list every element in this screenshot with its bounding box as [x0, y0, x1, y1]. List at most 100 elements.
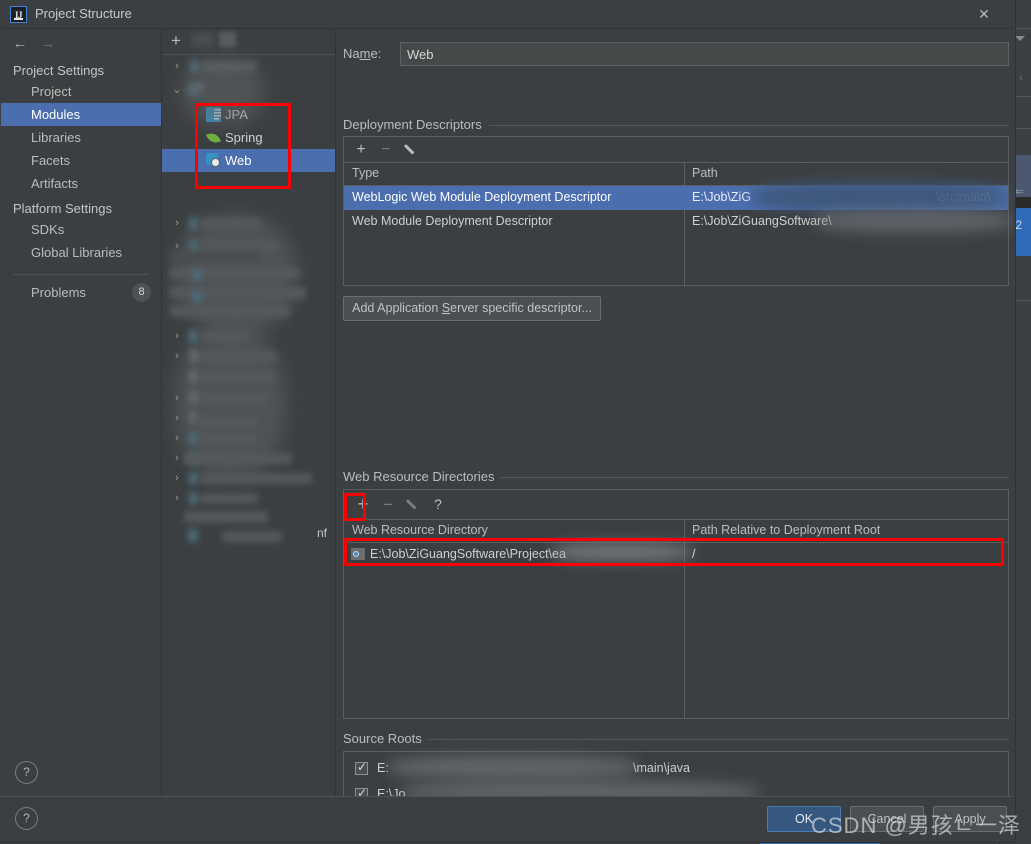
- chevron-right-icon[interactable]: ›: [171, 216, 183, 230]
- chevron-right-icon[interactable]: ›: [171, 491, 183, 505]
- descriptor-path-suffix: \src\main\: [936, 190, 991, 204]
- pencil-icon: [407, 498, 420, 511]
- cancel-button[interactable]: Cancel: [850, 806, 924, 832]
- chevron-right-icon[interactable]: ›: [171, 59, 183, 73]
- web-resource-help-button[interactable]: ?: [428, 495, 448, 514]
- dialog-body: ← → Project Settings Project Modules Lib…: [1, 29, 1014, 798]
- source-roots-title: Source Roots: [343, 731, 429, 746]
- table-row[interactable]: Web Module Deployment Descriptor E:\Job\…: [344, 210, 1014, 234]
- sidebar-group-project-settings: Project Settings: [13, 63, 105, 78]
- remove-descriptor-button[interactable]: −: [376, 140, 396, 159]
- descriptor-path-prefix: E:\Job\ZiG: [692, 190, 752, 204]
- spring-icon: [206, 130, 221, 145]
- source-roots-header: Source Roots: [343, 731, 1009, 747]
- sidebar-item-project[interactable]: Project: [1, 80, 161, 103]
- chevron-right-icon[interactable]: ›: [171, 451, 183, 465]
- tree-row-spring[interactable]: Spring: [162, 126, 335, 149]
- remove-web-resource-button[interactable]: −: [378, 495, 398, 514]
- background-line-number: 2: [1015, 218, 1022, 232]
- web-resource-directories-panel: + − ? Web Resource Directory Path Relati…: [343, 489, 1009, 719]
- modules-tree-panel: + › ⌄ J: [162, 29, 336, 798]
- chevron-right-icon[interactable]: ›: [171, 431, 183, 445]
- sidebar-item-artifacts[interactable]: Artifacts: [1, 172, 161, 195]
- sidebar-item-global-libraries[interactable]: Global Libraries: [1, 241, 161, 264]
- chevron-right-icon[interactable]: ›: [171, 329, 183, 343]
- modules-tree-toolbar: +: [162, 29, 335, 55]
- settings-sidebar: ← → Project Settings Project Modules Lib…: [1, 29, 162, 798]
- web-resource-directories-header: Web Resource Directories: [343, 469, 1009, 485]
- descriptors-table-header: Type Path: [344, 163, 1008, 186]
- descriptor-type: Web Module Deployment Descriptor: [352, 214, 553, 228]
- tree-label-spring: Spring: [225, 130, 263, 145]
- tree-truncated-label: nf: [316, 526, 327, 540]
- module-name-input[interactable]: [400, 42, 1009, 66]
- descriptor-path-prefix: E:\Job\ZiGuangSoftware\: [692, 214, 832, 228]
- web-resource-column-directory: Web Resource Directory: [352, 523, 488, 537]
- chevron-right-icon[interactable]: ›: [171, 349, 183, 363]
- back-arrow-icon[interactable]: ←: [9, 35, 31, 53]
- pencil-icon: [405, 143, 418, 156]
- edit-descriptor-button[interactable]: [401, 140, 421, 159]
- deployment-descriptors-panel: + − Type Path WebLogic Web Module Deploy…: [343, 136, 1014, 287]
- web-resource-table-header: Web Resource Directory Path Relative to …: [344, 520, 1008, 543]
- dialog-button-bar: ? OK Cancel Apply: [1, 796, 1014, 841]
- web-resource-table-body: E:\Job\ZiGuangSoftware\Project\ea /: [344, 543, 1008, 718]
- source-roots-list: E: \main\java E:\Jo: [344, 752, 1008, 798]
- web-resource-directory-value: E:\Job\ZiGuangSoftware\Project\ea: [370, 547, 566, 561]
- descriptor-type: WebLogic Web Module Deployment Descripto…: [352, 190, 612, 204]
- add-descriptor-button[interactable]: +: [351, 140, 371, 159]
- background-scroll-down-icon: [1015, 36, 1025, 41]
- sidebar-group-platform-settings: Platform Settings: [13, 201, 112, 216]
- web-resource-column-relative-path: Path Relative to Deployment Root: [692, 523, 881, 537]
- chevron-right-icon[interactable]: ›: [171, 391, 183, 405]
- tree-row[interactable]: ›: [162, 487, 335, 510]
- source-root-path-prefix: E:: [377, 761, 389, 775]
- ok-button[interactable]: OK: [767, 806, 841, 832]
- sidebar-item-libraries[interactable]: Libraries: [1, 126, 161, 149]
- sidebar-item-sdks[interactable]: SDKs: [1, 218, 161, 241]
- web-resource-toolbar: + − ?: [344, 490, 1008, 520]
- background-arrow-icon: ⇐: [1014, 186, 1024, 198]
- add-app-server-descriptor-button[interactable]: Add Application Server specific descript…: [343, 296, 601, 321]
- chevron-right-icon[interactable]: ›: [171, 411, 183, 425]
- close-icon[interactable]: ✕: [966, 1, 1002, 28]
- list-item[interactable]: E: \main\java: [344, 756, 1008, 780]
- sidebar-divider: [13, 274, 149, 275]
- redacted-toolbar-icon-2: [219, 32, 236, 47]
- add-web-resource-button[interactable]: +: [353, 495, 373, 514]
- redacted-toolbar-icon-1: [192, 33, 214, 47]
- descriptors-column-type: Type: [352, 166, 380, 180]
- deployment-descriptors-header: Deployment Descriptors: [343, 117, 1009, 133]
- chevron-right-icon[interactable]: ›: [171, 471, 183, 485]
- sidebar-item-problems[interactable]: Problems 8: [1, 281, 161, 304]
- source-root-checkbox[interactable]: [355, 760, 368, 775]
- tree-row-web[interactable]: Web: [162, 149, 335, 172]
- problems-count-badge: 8: [132, 283, 151, 302]
- tree-row[interactable]: ›: [162, 345, 335, 368]
- module-name-label: Name:: [343, 46, 382, 61]
- intellij-logo-icon: IJ: [10, 6, 27, 23]
- web-icon: [206, 153, 221, 168]
- module-editor-panel: Name: Deployment Descriptors + − Type Pa…: [336, 29, 1014, 798]
- redacted-source-root-1: [388, 756, 638, 778]
- add-module-button[interactable]: +: [171, 32, 181, 50]
- table-row[interactable]: E:\Job\ZiGuangSoftware\Project\ea /: [344, 543, 1008, 568]
- tree-row[interactable]: ›: [162, 212, 335, 235]
- deployment-descriptors-title: Deployment Descriptors: [343, 117, 489, 132]
- web-resource-directories-title: Web Resource Directories: [343, 469, 502, 484]
- module-name-row: Name:: [343, 42, 1009, 66]
- source-roots-panel: E: \main\java E:\Jo: [343, 751, 1009, 798]
- sidebar-item-modules[interactable]: Modules: [1, 103, 161, 126]
- help-icon[interactable]: ?: [15, 761, 38, 784]
- edit-web-resource-button[interactable]: [403, 495, 423, 514]
- apply-button[interactable]: Apply: [933, 806, 1007, 832]
- forward-arrow-icon[interactable]: →: [37, 35, 59, 53]
- dialog-title: Project Structure: [35, 6, 132, 21]
- sidebar-item-facets[interactable]: Facets: [1, 149, 161, 172]
- dialog-titlebar: IJ Project Structure ✕: [1, 1, 1014, 29]
- redacted-path-2: [814, 210, 1014, 232]
- project-structure-dialog: IJ Project Structure ✕ ← → Project Setti…: [0, 0, 1015, 842]
- footer-help-icon[interactable]: ?: [15, 807, 38, 830]
- tree-row[interactable]: [162, 366, 335, 389]
- table-row[interactable]: WebLogic Web Module Deployment Descripto…: [344, 182, 1014, 212]
